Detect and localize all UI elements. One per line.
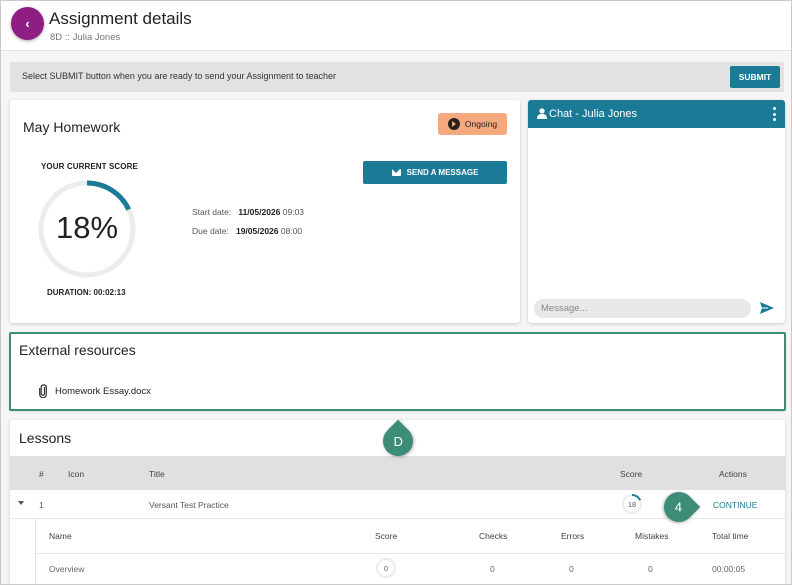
column-header-name: Name (49, 531, 72, 541)
chat-panel: Chat - Julia Jones (528, 100, 785, 323)
detail-errors: 0 (569, 564, 574, 574)
play-icon (447, 118, 460, 130)
column-header-errors: Errors (561, 531, 585, 541)
start-date-row: Start date: 11/05/2026 09:03 (192, 207, 304, 217)
submit-button[interactable]: SUBMIT (730, 66, 780, 88)
column-header-sub-score: Score (375, 531, 398, 541)
start-time-value: 09:03 (282, 207, 305, 217)
detail-checks: 0 (490, 564, 495, 574)
due-date-label: Due date: (192, 226, 229, 236)
page-header: ‹ Assignment details 8D :: Julia Jones (1, 1, 791, 51)
due-time-value: 08:00 (280, 226, 303, 236)
lessons-table-header: # Icon Title Score Actions (10, 456, 785, 490)
lesson-details: Name Score Checks Errors Mistakes Total … (35, 519, 785, 584)
send-message-button[interactable]: SEND A MESSAGE (363, 161, 507, 184)
back-button[interactable]: ‹ (11, 7, 44, 40)
mail-icon (391, 169, 401, 176)
user-icon (537, 108, 547, 119)
detail-name: Overview (49, 564, 85, 574)
status-badge: Ongoing (438, 113, 507, 135)
lessons-title: Lessons (19, 430, 72, 446)
submit-notice-text: Select SUBMIT button when you are ready … (22, 71, 337, 81)
column-header-score: Score (620, 469, 643, 479)
continue-button[interactable]: CONTINUE (713, 500, 757, 510)
column-header-actions: Actions (719, 469, 747, 479)
column-header-number: # (39, 469, 44, 479)
detail-mistakes: 0 (648, 564, 653, 574)
chat-message-input[interactable] (534, 299, 751, 318)
homework-card: May Homework Ongoing YOUR CURRENT SCORE … (10, 100, 520, 323)
score-label: YOUR CURRENT SCORE (41, 162, 138, 171)
due-date-row: Due date: 19/05/2026 08:00 (192, 226, 302, 236)
app-window: ‹ Assignment details 8D :: Julia Jones S… (0, 0, 792, 585)
send-message-label: SEND A MESSAGE (406, 168, 479, 177)
lesson-score: 18 (627, 500, 637, 509)
chevron-left-icon: ‹ (25, 16, 30, 31)
annotation-label-4: 4 (675, 499, 683, 515)
lesson-title: Versant Test Practice (149, 500, 229, 510)
details-table-header: Name Score Checks Errors Mistakes Total … (36, 519, 785, 554)
status-label: Ongoing (464, 119, 498, 129)
column-header-icon: Icon (68, 469, 85, 479)
annotation-label-d: D (393, 433, 403, 449)
chat-header: Chat - Julia Jones (528, 100, 785, 128)
detail-score: 0 (383, 564, 389, 573)
duration-text: DURATION: 00:02:13 (47, 288, 126, 297)
more-options-icon[interactable] (773, 107, 777, 121)
send-icon[interactable] (760, 302, 774, 314)
table-row: Overview 0 0 0 0 00:00:05 (36, 554, 785, 584)
page-subtitle: 8D :: Julia Jones (50, 32, 121, 43)
column-header-mistakes: Mistakes (635, 531, 669, 541)
column-header-total-time: Total time (712, 531, 749, 541)
submit-notice-bar: Select SUBMIT button when you are ready … (10, 62, 784, 92)
start-date-label: Start date: (192, 207, 232, 217)
homework-title: May Homework (23, 119, 121, 135)
chat-title: Chat - Julia Jones (549, 108, 638, 120)
start-date-value: 11/05/2026 (238, 207, 281, 217)
due-date-value: 19/05/2026 (235, 226, 279, 236)
column-header-title: Title (149, 469, 165, 479)
detail-total-time: 00:00:05 (712, 564, 746, 574)
expand-caret-icon[interactable] (18, 501, 24, 505)
highlight-box (9, 332, 786, 411)
column-header-checks: Checks (479, 531, 508, 541)
lesson-number: 1 (39, 500, 44, 510)
score-value: 18% (55, 210, 119, 245)
page-title: Assignment details (49, 9, 192, 28)
